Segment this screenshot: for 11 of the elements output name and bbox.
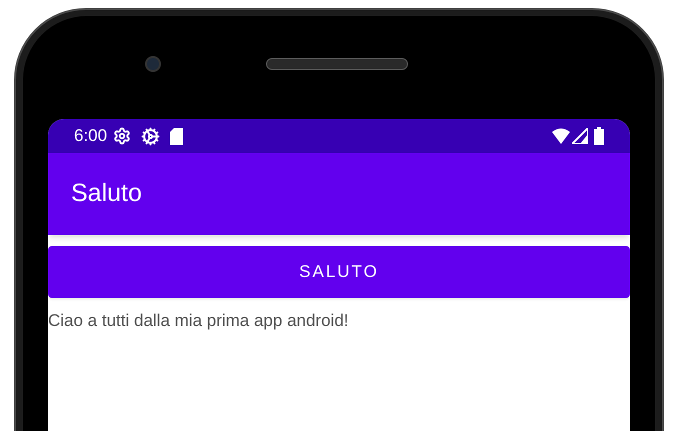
- signal-icon: [572, 128, 588, 144]
- status-time: 6:00: [74, 125, 108, 148]
- wifi-icon: [552, 128, 570, 144]
- battery-icon: [594, 127, 604, 145]
- saluto-button[interactable]: SALUTO: [48, 246, 630, 298]
- sd-card-icon: [170, 128, 184, 144]
- settings-icon: [113, 127, 132, 145]
- greeting-text: Ciao a tutti dalla mia prima app android!: [48, 310, 348, 332]
- app-title: Saluto: [71, 178, 142, 210]
- camera-icon: [145, 56, 161, 72]
- cog-icon: [141, 126, 160, 146]
